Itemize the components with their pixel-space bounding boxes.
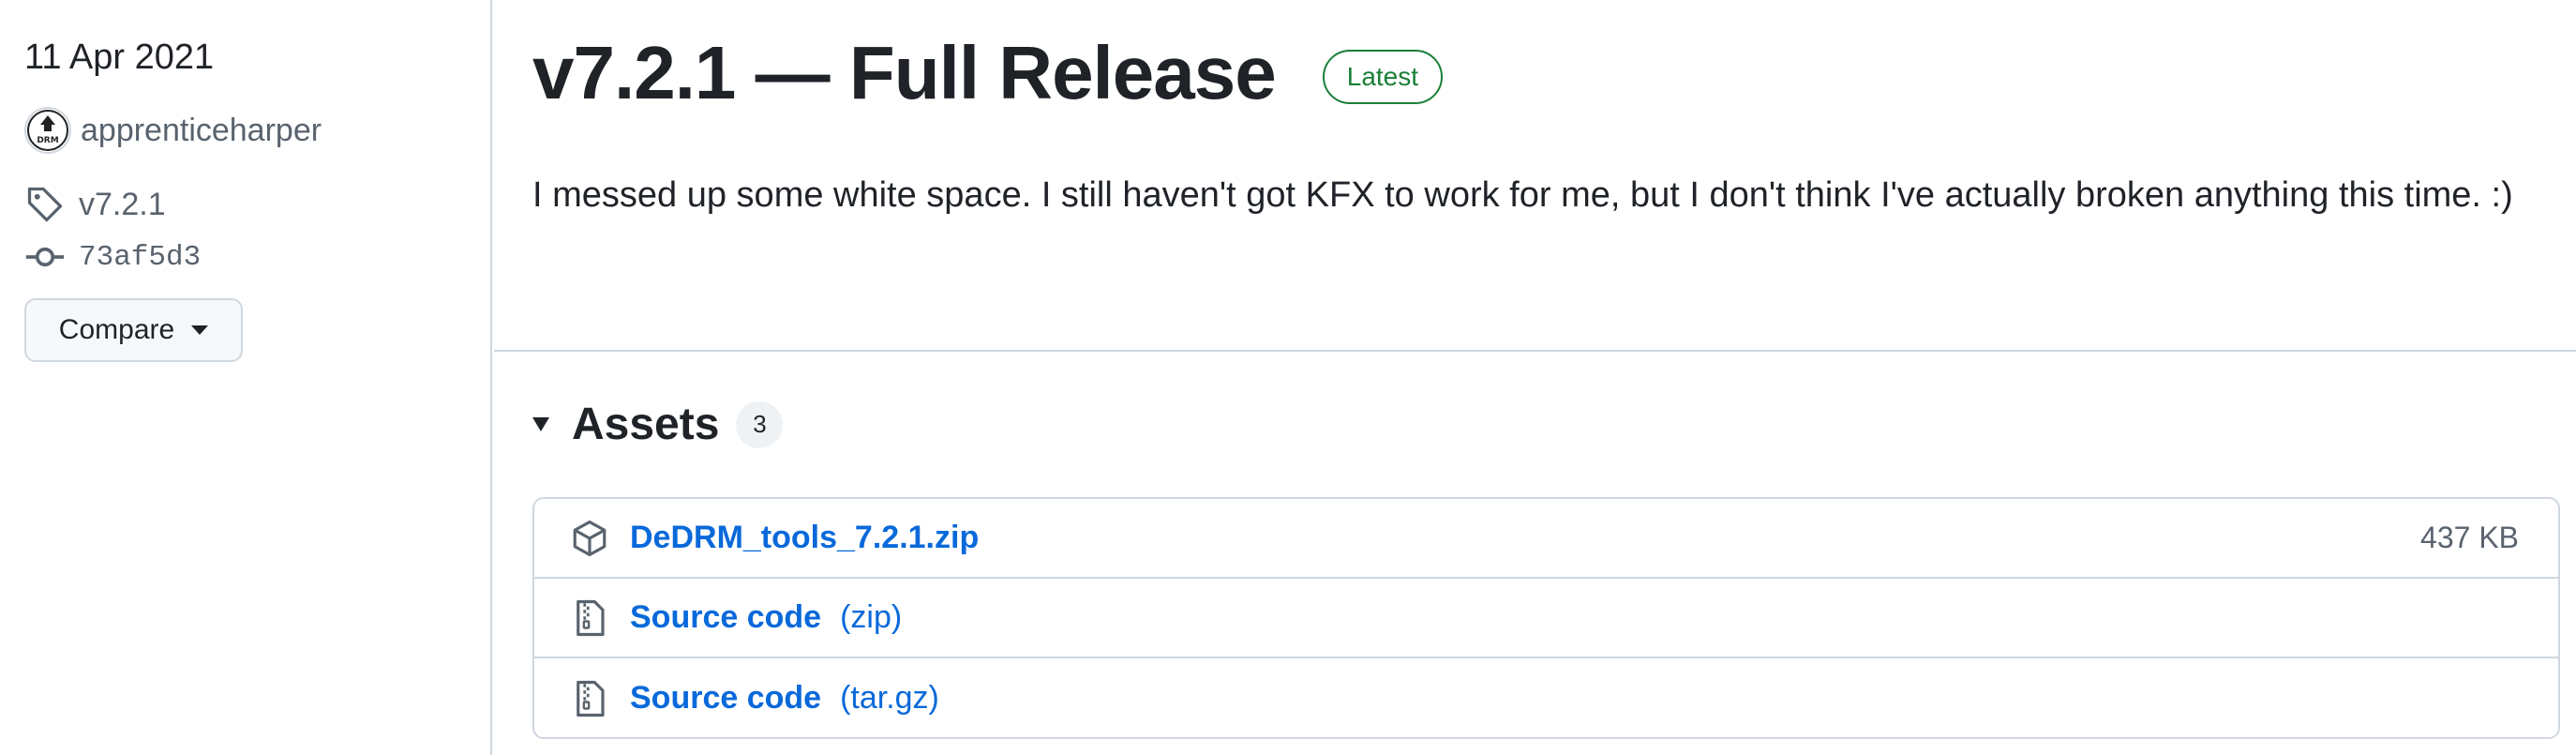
asset-format[interactable]: (zip) [840, 599, 902, 636]
asset-row: Source code (tar.gz) [534, 658, 2558, 737]
tag-name[interactable]: v7.2.1 [79, 187, 166, 223]
compare-label: Compare [58, 314, 175, 345]
triangle-down-icon[interactable] [532, 417, 549, 431]
divider [494, 350, 2576, 352]
assets-toggle[interactable]: Assets 3 [532, 399, 784, 450]
release-date: 11 Apr 2021 [24, 38, 215, 77]
release-header: v7.2.1 — Full Release Latest [532, 30, 1444, 116]
assets-title[interactable]: Assets [572, 399, 719, 450]
asset-format[interactable]: (tar.gz) [840, 680, 939, 717]
file-zip-icon [577, 680, 605, 717]
triangle-down-icon [191, 325, 209, 335]
release-main: v7.2.1 — Full Release Latest I messed up… [494, 0, 2576, 755]
release-page: 11 Apr 2021 DRM apprenticeharper v7.2.1 [0, 0, 2576, 755]
git-commit-icon [25, 247, 65, 267]
assets-count-badge: 3 [736, 400, 784, 448]
release-notes: I messed up some white space. I still ha… [532, 175, 2513, 215]
avatar[interactable]: DRM [24, 107, 71, 154]
author-name[interactable]: apprenticeharper [81, 113, 322, 149]
asset-row: DeDRM_tools_7.2.1.zip 437 KB [534, 499, 2558, 579]
tag-link[interactable]: v7.2.1 [24, 184, 166, 225]
file-zip-icon [577, 599, 605, 636]
asset-download-link[interactable]: DeDRM_tools_7.2.1.zip [630, 520, 979, 556]
asset-row: Source code (zip) [534, 579, 2558, 658]
commit-sha[interactable]: 73af5d3 [79, 241, 201, 274]
release-sidebar: 11 Apr 2021 DRM apprenticeharper v7.2.1 [0, 0, 492, 755]
assets-list: DeDRM_tools_7.2.1.zip 437 KB Source code… [532, 497, 2560, 739]
author-link[interactable]: DRM apprenticeharper [24, 107, 322, 154]
tag-icon [27, 187, 63, 222]
compare-button[interactable]: Compare [24, 298, 243, 362]
svg-text:DRM: DRM [37, 136, 58, 145]
commit-link[interactable]: 73af5d3 [24, 236, 201, 278]
latest-badge: Latest [1322, 50, 1444, 104]
release-title[interactable]: v7.2.1 — Full Release [532, 30, 1277, 116]
source-code-zip-link[interactable]: Source code [630, 599, 821, 636]
source-code-targz-link[interactable]: Source code [630, 680, 821, 717]
package-icon [573, 520, 607, 556]
asset-size: 437 KB [2420, 521, 2519, 554]
